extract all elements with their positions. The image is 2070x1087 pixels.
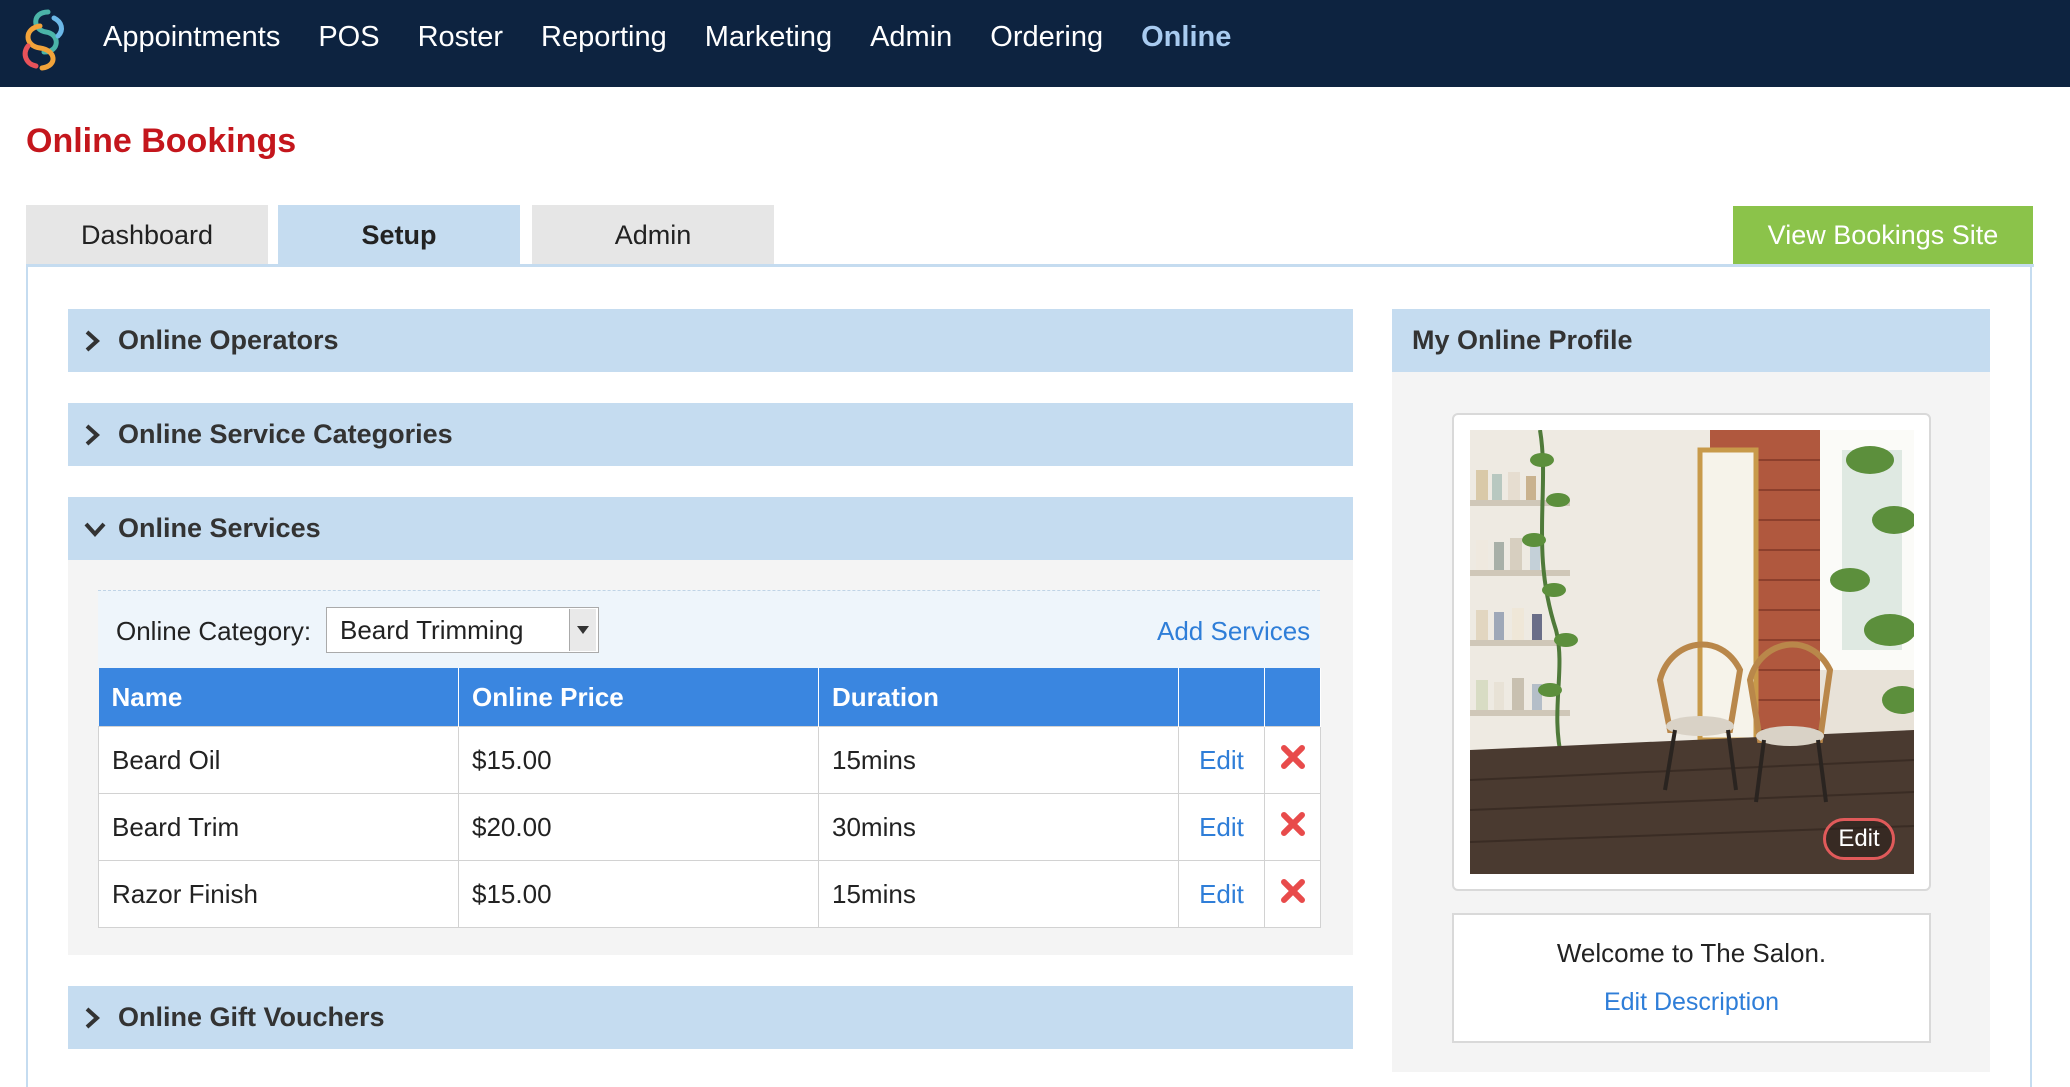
selected-category: Beard Trimming <box>340 614 524 645</box>
column-header-delete <box>1264 668 1321 727</box>
edit-service-link[interactable]: Edit <box>1178 793 1265 861</box>
delete-x-icon <box>1280 811 1305 836</box>
online-category-label: Online Category: <box>116 616 312 646</box>
profile-description: Welcome to The Salon. <box>1556 938 1827 968</box>
edit-photo-button[interactable]: Edit <box>1823 818 1895 860</box>
profile-photo <box>1470 430 1914 874</box>
section-online-service-categories[interactable]: Online Service Categories <box>68 403 1353 466</box>
view-bookings-site-button[interactable]: View Bookings Site <box>1733 206 2033 264</box>
nav-item-online[interactable]: Online <box>1141 21 1231 54</box>
section-label: Online Service Categories <box>118 419 453 449</box>
tab-admin[interactable]: Admin <box>532 205 774 266</box>
section-online-gift-vouchers[interactable]: Online Gift Vouchers <box>68 986 1353 1049</box>
nav-item-pos[interactable]: POS <box>318 21 379 54</box>
service-duration: 15mins <box>818 726 1179 794</box>
service-price: $20.00 <box>458 793 819 861</box>
page-title: Online Bookings <box>26 122 297 160</box>
section-online-services[interactable]: Online Services <box>68 497 1353 560</box>
nav-item-marketing[interactable]: Marketing <box>705 21 832 54</box>
delete-service-button[interactable] <box>1264 860 1321 928</box>
add-services-link[interactable]: Add Services <box>1157 616 1310 647</box>
edit-service-link[interactable]: Edit <box>1178 860 1265 928</box>
delete-x-icon <box>1280 744 1305 769</box>
top-nav-bar: Appointments POS Roster Reporting Market… <box>0 0 2070 87</box>
section-label: Online Gift Vouchers <box>118 1002 385 1032</box>
nav-item-reporting[interactable]: Reporting <box>541 21 667 54</box>
salon-photo-illustration <box>1470 430 1914 874</box>
dropdown-arrow-icon[interactable] <box>569 609 596 651</box>
section-online-operators[interactable]: Online Operators <box>68 309 1353 372</box>
tab-setup[interactable]: Setup <box>278 205 520 266</box>
edit-service-link[interactable]: Edit <box>1178 726 1265 794</box>
table-header-row: Name Online Price Duration <box>98 668 1321 727</box>
edit-description-link[interactable]: Edit Description <box>1452 988 1931 1017</box>
service-duration: 15mins <box>818 860 1179 928</box>
profile-description-card <box>1452 913 1931 1043</box>
my-online-profile-header: My Online Profile <box>1392 309 1990 372</box>
services-table: Name Online Price Duration Beard Oil $15… <box>98 668 1321 928</box>
column-header-duration: Duration <box>818 668 1179 727</box>
nav-item-roster[interactable]: Roster <box>418 21 503 54</box>
chevron-down-icon <box>68 521 118 537</box>
column-header-name: Name <box>98 668 459 727</box>
service-name: Razor Finish <box>98 860 459 928</box>
table-row: Beard Oil $15.00 15mins Edit <box>98 726 1321 794</box>
chevron-right-icon <box>68 424 118 446</box>
delete-service-button[interactable] <box>1264 793 1321 861</box>
section-label: Online Services <box>118 513 321 543</box>
service-duration: 30mins <box>818 793 1179 861</box>
table-row: Razor Finish $15.00 15mins Edit <box>98 860 1321 928</box>
online-category-select[interactable]: Beard Trimming <box>326 607 599 653</box>
delete-service-button[interactable] <box>1264 726 1321 794</box>
service-name: Beard Trim <box>98 793 459 861</box>
section-label: Online Operators <box>118 325 339 355</box>
nav-item-ordering[interactable]: Ordering <box>990 21 1103 54</box>
main-nav: Appointments POS Roster Reporting Market… <box>103 0 1269 74</box>
app-logo-icon[interactable] <box>18 6 72 72</box>
tab-dashboard[interactable]: Dashboard <box>26 205 268 266</box>
service-name: Beard Oil <box>98 726 459 794</box>
delete-x-icon <box>1280 878 1305 903</box>
column-header-edit <box>1178 668 1265 727</box>
chevron-right-icon <box>68 330 118 352</box>
chevron-right-icon <box>68 1007 118 1029</box>
table-row: Beard Trim $20.00 30mins Edit <box>98 793 1321 861</box>
nav-item-appointments[interactable]: Appointments <box>103 21 280 54</box>
column-header-online-price: Online Price <box>458 668 819 727</box>
service-price: $15.00 <box>458 726 819 794</box>
nav-item-admin[interactable]: Admin <box>870 21 952 54</box>
service-price: $15.00 <box>458 860 819 928</box>
